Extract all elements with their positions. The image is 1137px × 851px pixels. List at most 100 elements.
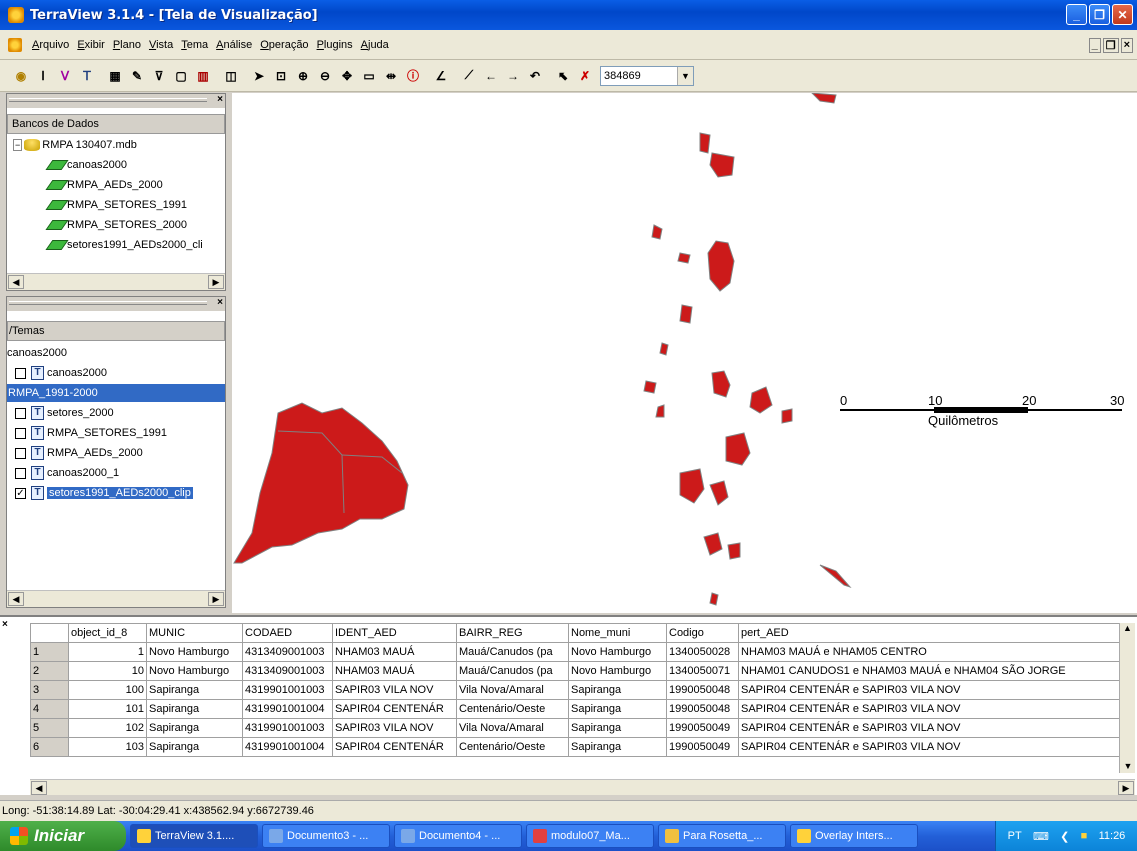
zoom-area-icon[interactable]: ▭ — [359, 66, 379, 86]
table-row[interactable]: 4 101 Sapiranga 4319901001004 SAPIR04 CE… — [30, 699, 1120, 719]
cursor-select-icon[interactable]: ⬉ — [553, 66, 573, 86]
close-button[interactable]: ✕ — [1112, 4, 1133, 25]
pointer-icon[interactable]: ➤ — [249, 66, 269, 86]
scroll-right-icon[interactable]: ▶ — [1118, 781, 1134, 795]
scroll-left-icon[interactable]: ◀ — [8, 275, 24, 289]
zoom-out-icon[interactable]: ⊖ — [315, 66, 335, 86]
column-header[interactable]: pert_AED — [738, 623, 1120, 643]
mdi-app-icon[interactable] — [8, 37, 22, 52]
mdi-restore-button[interactable]: ❐ — [1102, 38, 1119, 53]
layer-item[interactable]: RMPA_AEDs_2000 — [45, 176, 163, 194]
theme-item[interactable]: Tcanoas2000_1 — [15, 464, 119, 482]
scroll-up-icon[interactable]: ▲ — [1120, 623, 1135, 633]
theme-item[interactable]: Tsetores_2000 — [15, 404, 114, 422]
map-svg[interactable] — [232, 93, 1137, 613]
language-indicator[interactable]: PT — [1008, 830, 1022, 842]
import-icon[interactable]: Ⅰ — [33, 66, 53, 86]
scroll-down-icon[interactable]: ▼ — [1120, 761, 1136, 771]
mdi-close-button[interactable]: × — [1120, 38, 1133, 53]
menu-vista[interactable]: Vista — [145, 39, 177, 51]
horizontal-scrollbar[interactable]: ◀ ▶ — [30, 779, 1135, 795]
checkbox-checked[interactable]: ✓ — [15, 487, 26, 499]
expand-icon[interactable]: − — [13, 139, 23, 151]
theme-item[interactable]: T RMPA_SETORES_1991 — [15, 424, 167, 442]
checkbox[interactable] — [15, 447, 26, 459]
view-node-selected[interactable]: RMPA_1991-2000 — [7, 384, 225, 402]
clock[interactable]: 11:26 — [1099, 830, 1126, 842]
pan-icon[interactable]: ✥ — [337, 66, 357, 86]
close-icon[interactable]: × — [217, 297, 223, 308]
theme-item[interactable]: T RMPA_AEDs_2000 — [15, 444, 143, 462]
title-bar[interactable]: TerraView 3.1.4 - [Tela de Visualização]… — [0, 0, 1137, 30]
menu-arquivo[interactable]: Arquivo — [28, 39, 73, 51]
view-node[interactable]: canoas2000 — [7, 344, 67, 362]
scroll-right-icon[interactable]: ▶ — [208, 592, 224, 606]
taskbar-item-overlay[interactable]: Overlay Inters... — [790, 824, 918, 848]
measure-icon[interactable]: ⇹ — [381, 66, 401, 86]
taskbar-item-documento3[interactable]: Documento3 - ... — [262, 824, 390, 848]
taskbar-item-para-rosetta[interactable]: Para Rosetta_... — [658, 824, 786, 848]
start-button[interactable]: Iniciar — [0, 821, 126, 851]
line-icon[interactable]: ⟋ — [459, 66, 479, 86]
select-icon[interactable]: ⊡ — [271, 66, 291, 86]
column-header[interactable]: Codigo — [666, 623, 739, 643]
chevron-down-icon[interactable]: ▼ — [677, 66, 693, 85]
forward-arrow-icon[interactable]: → — [503, 66, 523, 86]
horizontal-scrollbar[interactable]: ◀ ▶ — [7, 590, 225, 607]
theme-item[interactable]: Tcanoas2000 — [15, 364, 107, 382]
zoom-in-icon[interactable]: ⊕ — [293, 66, 313, 86]
clear-selection-icon[interactable]: ✗ — [575, 66, 595, 86]
scale-combo[interactable]: 384869 ▼ — [600, 65, 694, 86]
scroll-right-icon[interactable]: ▶ — [208, 275, 224, 289]
layer-item[interactable]: RMPA_SETORES_1991 — [45, 196, 187, 214]
menu-analise[interactable]: Análise — [212, 39, 256, 51]
close-icon[interactable]: × — [217, 94, 223, 105]
info-icon[interactable]: ⓘ — [403, 66, 423, 86]
database-node[interactable]: − RMPA 130407.mdb — [13, 136, 137, 154]
tray-expand-icon[interactable]: ❮ — [1060, 830, 1069, 843]
menu-plano[interactable]: Plano — [109, 39, 145, 51]
flag-icon[interactable]: ■ — [1081, 830, 1088, 842]
vertical-scrollbar[interactable]: ▲ ▼ — [1119, 623, 1135, 773]
layer-item[interactable]: RMPA_SETORES_2000 — [45, 216, 187, 234]
database-icon[interactable]: ◉ — [11, 66, 31, 86]
theme-item-active[interactable]: ✓ Tsetores1991_AEDs2000_clip — [15, 484, 193, 502]
maximize-button[interactable]: ❐ — [1089, 4, 1110, 25]
table-row[interactable]: 2 10 Novo Hamburgo 4313409001003 NHAM03 … — [30, 661, 1120, 681]
menu-ajuda[interactable]: Ajuda — [357, 39, 393, 51]
table-row[interactable]: 3 100 Sapiranga 4319901001003 SAPIR03 VI… — [30, 680, 1120, 700]
mdi-minimize-button[interactable]: _ — [1088, 38, 1101, 53]
checkbox[interactable] — [15, 467, 26, 479]
taskbar-item-terraview[interactable]: TerraView 3.1.... — [130, 824, 258, 848]
view-icon[interactable]: Ⅴ — [55, 66, 75, 86]
scroll-left-icon[interactable]: ◀ — [8, 592, 24, 606]
checkbox[interactable] — [15, 407, 26, 419]
column-header[interactable]: BAIRR_REG — [456, 623, 569, 643]
filter-icon[interactable]: ⊽ — [149, 66, 169, 86]
back-arrow-icon[interactable]: ← — [481, 66, 501, 86]
checkbox[interactable] — [15, 427, 26, 439]
column-header[interactable]: Nome_muni — [568, 623, 667, 643]
menu-plugins[interactable]: Plugins — [313, 39, 357, 51]
layer-item[interactable]: canoas2000 — [45, 156, 127, 174]
scroll-left-icon[interactable]: ◀ — [31, 781, 47, 795]
menu-exibir[interactable]: Exibir — [73, 39, 109, 51]
draw-icon[interactable]: ∠ — [431, 66, 451, 86]
grid-close-icon[interactable]: × — [2, 619, 8, 630]
taskbar-item-documento4[interactable]: Documento4 - ... — [394, 824, 522, 848]
display-icon[interactable]: ▢ — [171, 66, 191, 86]
keyboard-icon[interactable]: ⌨ — [1033, 830, 1049, 843]
checkbox[interactable] — [15, 367, 26, 379]
taskbar-item-modulo07[interactable]: modulo07_Ma... — [526, 824, 654, 848]
table-icon[interactable]: ◫ — [221, 66, 241, 86]
map-canvas[interactable]: 0 10 20 30 Quilômetros — [232, 93, 1137, 613]
edit-layer-icon[interactable]: ✎ — [127, 66, 147, 86]
chart-icon[interactable]: ▥ — [193, 66, 213, 86]
column-header[interactable]: CODAED — [242, 623, 333, 643]
layer-item[interactable]: setores1991_AEDs2000_cli — [45, 236, 203, 254]
column-header[interactable]: object_id_8 — [68, 623, 147, 643]
column-header[interactable]: MUNIC — [146, 623, 243, 643]
minimize-button[interactable]: _ — [1066, 4, 1087, 25]
table-row[interactable]: 5 102 Sapiranga 4319901001003 SAPIR03 VI… — [30, 718, 1120, 738]
panel-header[interactable]: × — [7, 297, 225, 311]
